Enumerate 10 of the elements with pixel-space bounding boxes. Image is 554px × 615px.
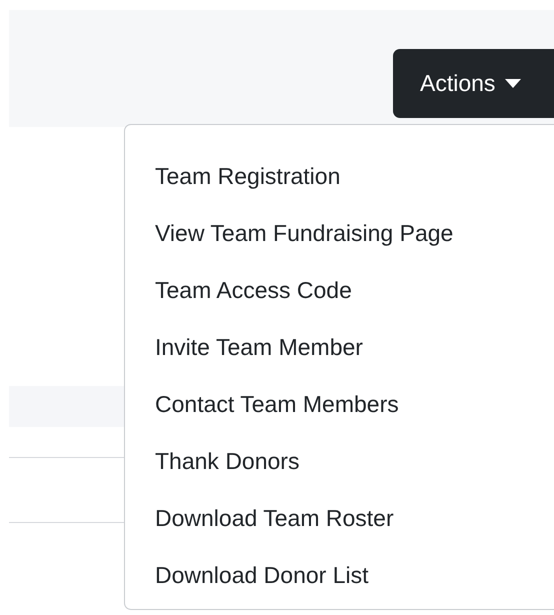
menu-item[interactable]: Team Registration [125,148,554,205]
menu-item[interactable]: Team Access Code [125,262,554,319]
menu-item[interactable]: Download Donor List [125,547,554,604]
caret-icon [505,79,522,88]
menu-item[interactable]: Invite Team Member [125,319,554,376]
menu-item[interactable]: Thank Donors [125,433,554,490]
menu-item[interactable]: View Team Fundraising Page [125,205,554,262]
actions-button[interactable]: Actions [393,49,554,118]
menu-item[interactable]: Download Team Roster [125,490,554,547]
menu-item[interactable]: Contact Team Members [125,376,554,433]
